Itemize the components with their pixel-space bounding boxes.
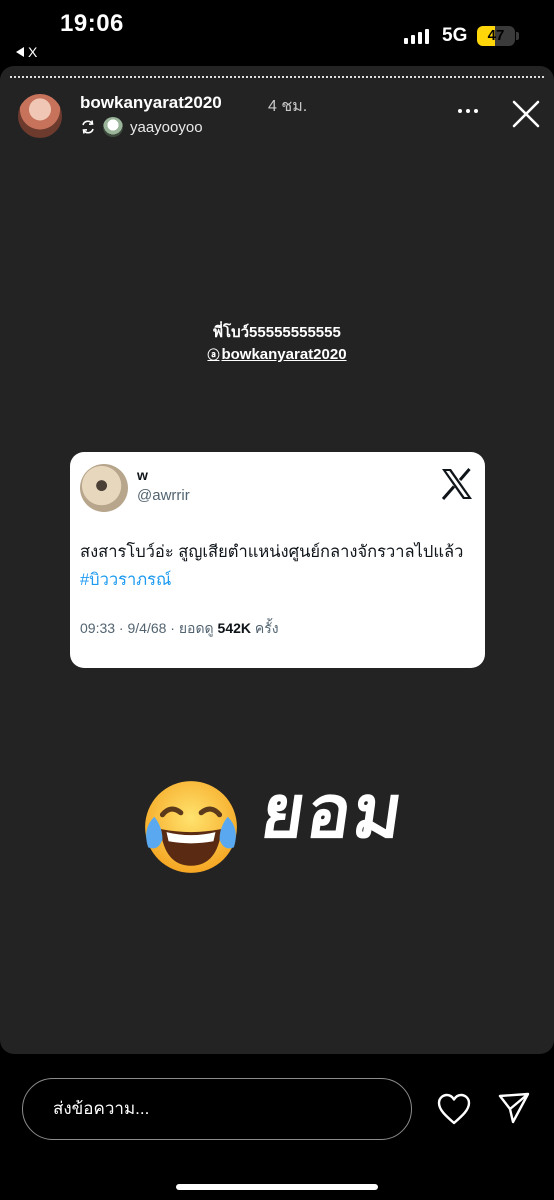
cellular-signal-icon [404,28,429,44]
tweet-card[interactable]: w @awrrir สงสารโบว์อ่ะ สูญเสียตำแหน่งศูน… [70,452,485,668]
close-icon[interactable] [510,98,542,130]
back-app-label: X [28,44,38,60]
tweet-meta: 09:33 · 9/4/68 · ยอดดู 542K ครั้ง [80,618,279,640]
send-icon[interactable] [496,1090,532,1126]
battery-tip [516,32,519,40]
network-type: 5G [442,25,468,46]
tweet-time-date: 09:33 · 9/4/68 · ยอดดู [80,620,218,636]
reply-bar [0,1054,554,1200]
status-bar: 19:06 X 5G 47 [0,0,554,64]
tweet-author-handle: @awrrir [137,487,190,504]
reposter-avatar[interactable] [103,117,123,137]
story-post-time: 4 ชม. [268,98,308,115]
tweet-views-suffix: ครั้ง [251,620,279,636]
reposter-username[interactable]: yaayooyoo [130,119,203,136]
x-logo-icon [441,468,472,500]
repost-icon [82,120,94,134]
tweet-view-count: 542K [217,620,251,636]
tweet-hashtag[interactable]: #บิววราภรณ์ [80,571,171,589]
user-avatar[interactable] [16,92,64,140]
mention-sticker[interactable]: ⓐ bowkanyarat2020 [0,344,554,366]
sticker-text: ยอม [255,769,411,855]
message-input[interactable] [22,1078,412,1140]
back-triangle-icon [16,47,24,57]
battery-percent: 47 [487,27,505,44]
story-header: bowkanyarat2020 4 ชม. yaayooyoo [0,90,554,146]
mention-username: bowkanyarat2020 [221,346,347,363]
tweet-author-name: w [137,467,148,483]
tweet-body: สงสารโบว์อ่ะ สูญเสียตำแหน่งศูนย์กลางจักร… [80,543,464,561]
story-caption: พี่โบว์55555555555 ⓐ bowkanyarat2020 [0,322,554,366]
back-to-app-button[interactable]: X [16,44,37,60]
tweet-author-avatar [80,464,128,512]
status-time: 19:06 [60,10,124,37]
story-card[interactable]: bowkanyarat2020 4 ชม. yaayooyoo พี่โบว์5… [0,66,554,1054]
face-with-tears-of-joy-emoji [145,781,237,873]
heart-icon[interactable] [436,1092,472,1126]
story-progress-bar [10,76,544,78]
battery-icon: 47 [477,26,515,46]
caption-text: พี่โบว์55555555555 [213,324,341,341]
more-icon[interactable] [455,98,481,124]
mention-at-icon: ⓐ [207,348,220,362]
story-username[interactable]: bowkanyarat2020 [80,93,222,113]
tweet-text: สงสารโบว์อ่ะ สูญเสียตำแหน่งศูนย์กลางจักร… [80,538,470,594]
home-indicator [176,1184,378,1190]
